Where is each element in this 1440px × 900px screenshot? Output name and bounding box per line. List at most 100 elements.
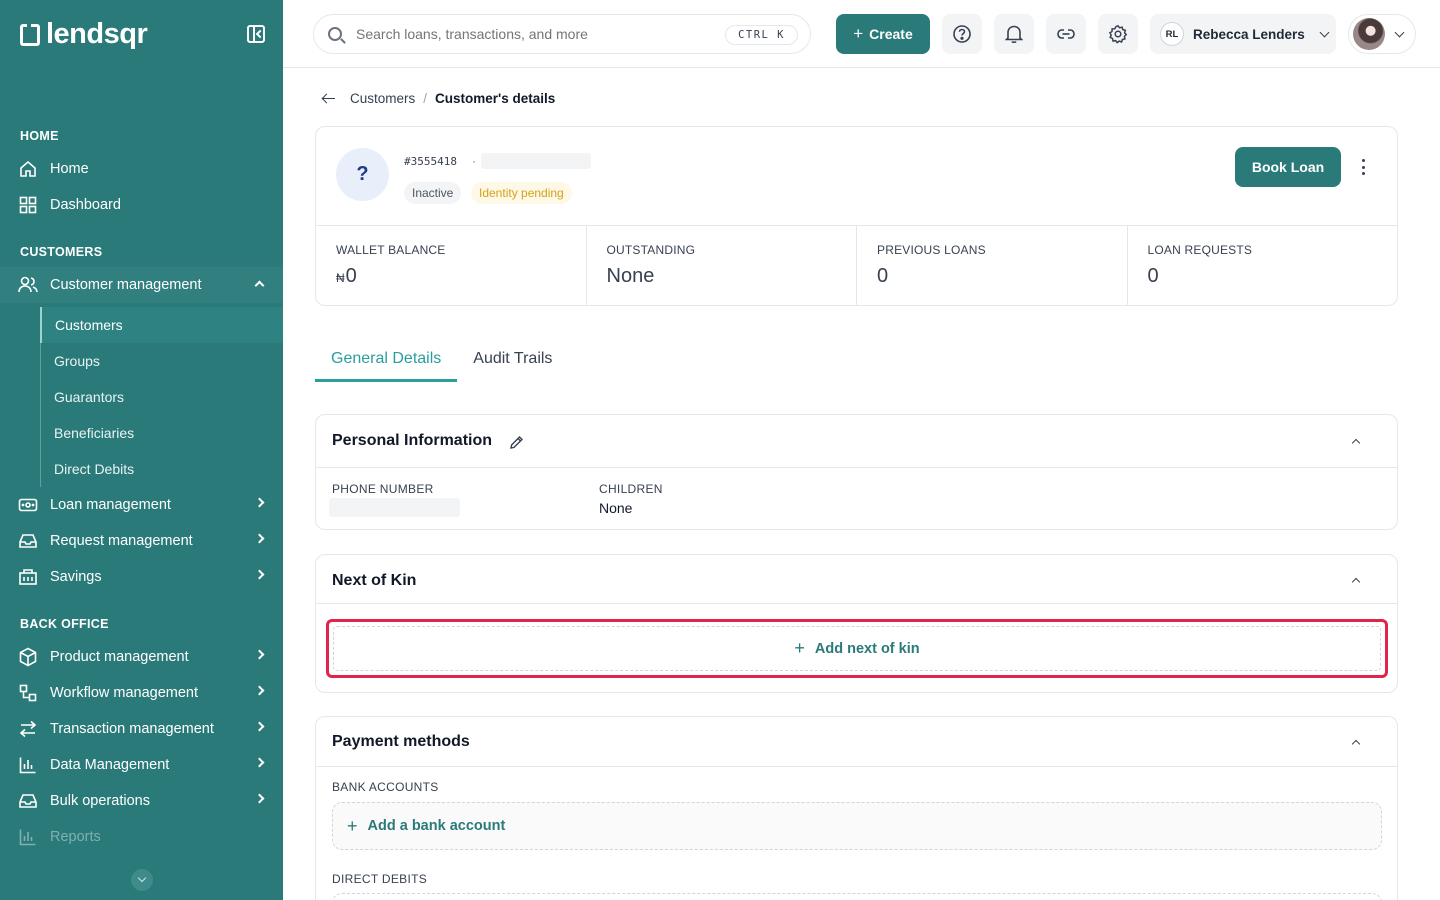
bell-icon	[1005, 25, 1023, 44]
brand-logo[interactable]: lendsqr	[20, 18, 148, 51]
notifications-button[interactable]	[994, 14, 1034, 54]
reports-icon	[18, 827, 38, 847]
payment-methods-card: Payment methods BANK ACCOUNTS + Add a ba…	[315, 716, 1398, 900]
sidebar-item-label: Dashboard	[50, 197, 121, 213]
create-button[interactable]: + Create	[836, 14, 930, 54]
divider	[316, 766, 1397, 767]
sidebar-item-label: Product management	[50, 649, 189, 665]
sidebar-item-label: Savings	[50, 569, 102, 585]
create-button-label: Create	[869, 26, 913, 42]
avatar	[1353, 18, 1385, 50]
sidebar-item-reports[interactable]: Reports	[0, 819, 283, 855]
phone-number-redacted	[329, 498, 460, 517]
link-button[interactable]	[1046, 14, 1086, 54]
profile-menu[interactable]	[1348, 14, 1416, 54]
sidebar-item-transaction-management[interactable]: Transaction management	[0, 711, 283, 747]
sidebar-item-label: Loan management	[50, 497, 171, 513]
chevron-right-icon	[254, 685, 265, 696]
add-next-of-kin-button[interactable]: + Add next of kin	[326, 619, 1388, 678]
section-label-customers: CUSTOMERS	[20, 245, 103, 259]
customer-avatar: ?	[336, 148, 389, 201]
brand-name: lendsqr	[46, 18, 148, 50]
next-of-kin-card: Next of Kin + Add next of kin	[315, 554, 1398, 693]
stat-value: None	[606, 265, 655, 287]
sidebar-subitem-customers[interactable]: Customers	[40, 307, 283, 343]
sidebar-item-label: Data Management	[50, 757, 170, 773]
sidebar-item-savings[interactable]: Savings	[0, 559, 283, 595]
chevron-right-icon	[254, 757, 265, 768]
sidebar-item-bulk-operations[interactable]: Bulk operations	[0, 783, 283, 819]
chevron-up-icon[interactable]	[1351, 739, 1361, 749]
savings-icon	[18, 567, 38, 587]
sidebar-item-dashboard[interactable]: Dashboard	[0, 187, 283, 223]
home-icon	[18, 159, 38, 179]
inbox-icon	[18, 531, 38, 551]
direct-debits-placeholder[interactable]	[332, 893, 1382, 900]
chevron-right-icon	[254, 497, 265, 508]
sidebar-subitem-groups[interactable]: Groups	[41, 343, 284, 379]
back-arrow-icon[interactable]	[322, 92, 336, 106]
users-icon	[18, 275, 38, 295]
product-icon	[18, 647, 38, 667]
sidebar-subitem-beneficiaries[interactable]: Beneficiaries	[41, 415, 284, 451]
sidebar-scroll-down-button[interactable]	[131, 869, 153, 891]
chevron-up-icon[interactable]	[1351, 577, 1361, 587]
sidebar-item-loan-management[interactable]: Loan management	[0, 487, 283, 523]
settings-button[interactable]	[1098, 14, 1138, 54]
sidebar-item-product-management[interactable]: Product management	[0, 639, 283, 675]
kebab-icon[interactable]	[1356, 159, 1370, 175]
search-input[interactable]	[356, 26, 716, 42]
sidebar-item-request-management[interactable]: Request management	[0, 523, 283, 559]
link-icon	[1057, 29, 1075, 39]
stat-previous-loans: PREVIOUS LOANS 0	[857, 226, 1128, 305]
stat-outstanding: OUTSTANDING None	[587, 226, 857, 305]
panel-collapse-icon[interactable]	[247, 25, 265, 43]
chevron-right-icon	[254, 533, 265, 544]
detail-tabs: General Details Audit Trails	[315, 344, 568, 382]
stat-loan-requests: LOAN REQUESTS 0	[1128, 226, 1398, 305]
search-icon	[328, 27, 342, 41]
breadcrumb-separator: /	[423, 91, 428, 106]
gear-icon	[1108, 24, 1128, 44]
user-menu[interactable]: RL Rebecca Lenders	[1150, 14, 1336, 54]
plus-icon: +	[347, 815, 358, 836]
search-bar[interactable]: CTRL K	[313, 14, 811, 54]
customer-id: #3555418	[404, 155, 457, 168]
stat-value: 0	[1147, 265, 1159, 287]
sidebar-item-label: Transaction management	[50, 721, 214, 737]
tab-general-details[interactable]: General Details	[315, 344, 458, 382]
sidebar-item-label: Workflow management	[50, 685, 199, 701]
tab-audit-trails[interactable]: Audit Trails	[457, 344, 568, 382]
section-label-home: HOME	[20, 129, 59, 143]
breadcrumb-current: Customer's details	[435, 91, 556, 106]
field-value-children: None	[599, 500, 633, 516]
sidebar-item-customer-management[interactable]: Customer management	[0, 267, 283, 303]
bank-accounts-label: BANK ACCOUNTS	[332, 780, 439, 794]
chevron-up-icon[interactable]	[1351, 438, 1361, 448]
section-title: Personal Information	[332, 432, 493, 449]
sidebar-item-data-management[interactable]: Data Management	[0, 747, 283, 783]
direct-debits-label: DIRECT DEBITS	[332, 872, 428, 886]
pencil-icon[interactable]	[509, 435, 524, 450]
book-loan-button[interactable]: Book Loan	[1235, 147, 1341, 187]
sidebar-subitem-direct-debits[interactable]: Direct Debits	[41, 451, 284, 487]
currency-symbol: ₦	[336, 271, 345, 285]
sidebar-subitem-guarantors[interactable]: Guarantors	[41, 379, 284, 415]
section-title: Next of Kin	[332, 572, 417, 589]
transfer-icon	[18, 719, 38, 739]
chart-icon	[18, 755, 38, 775]
user-name: Rebecca Lenders	[1193, 26, 1305, 42]
chevron-right-icon	[254, 649, 265, 660]
stat-value-number: 0	[345, 265, 357, 287]
dashed-border	[333, 626, 1381, 671]
sidebar-item-label: Reports	[50, 829, 101, 845]
sidebar-item-label: Bulk operations	[50, 793, 150, 809]
sidebar-item-home[interactable]: Home	[0, 151, 283, 187]
status-badge: Inactive	[404, 182, 462, 204]
add-bank-account-button[interactable]: + Add a bank account	[332, 802, 1382, 850]
help-button[interactable]	[942, 14, 982, 54]
sidebar-item-label: Customer management	[50, 277, 202, 293]
breadcrumb-customers-link[interactable]: Customers	[350, 91, 415, 106]
sidebar-item-workflow-management[interactable]: Workflow management	[0, 675, 283, 711]
chevron-right-icon	[254, 793, 265, 804]
